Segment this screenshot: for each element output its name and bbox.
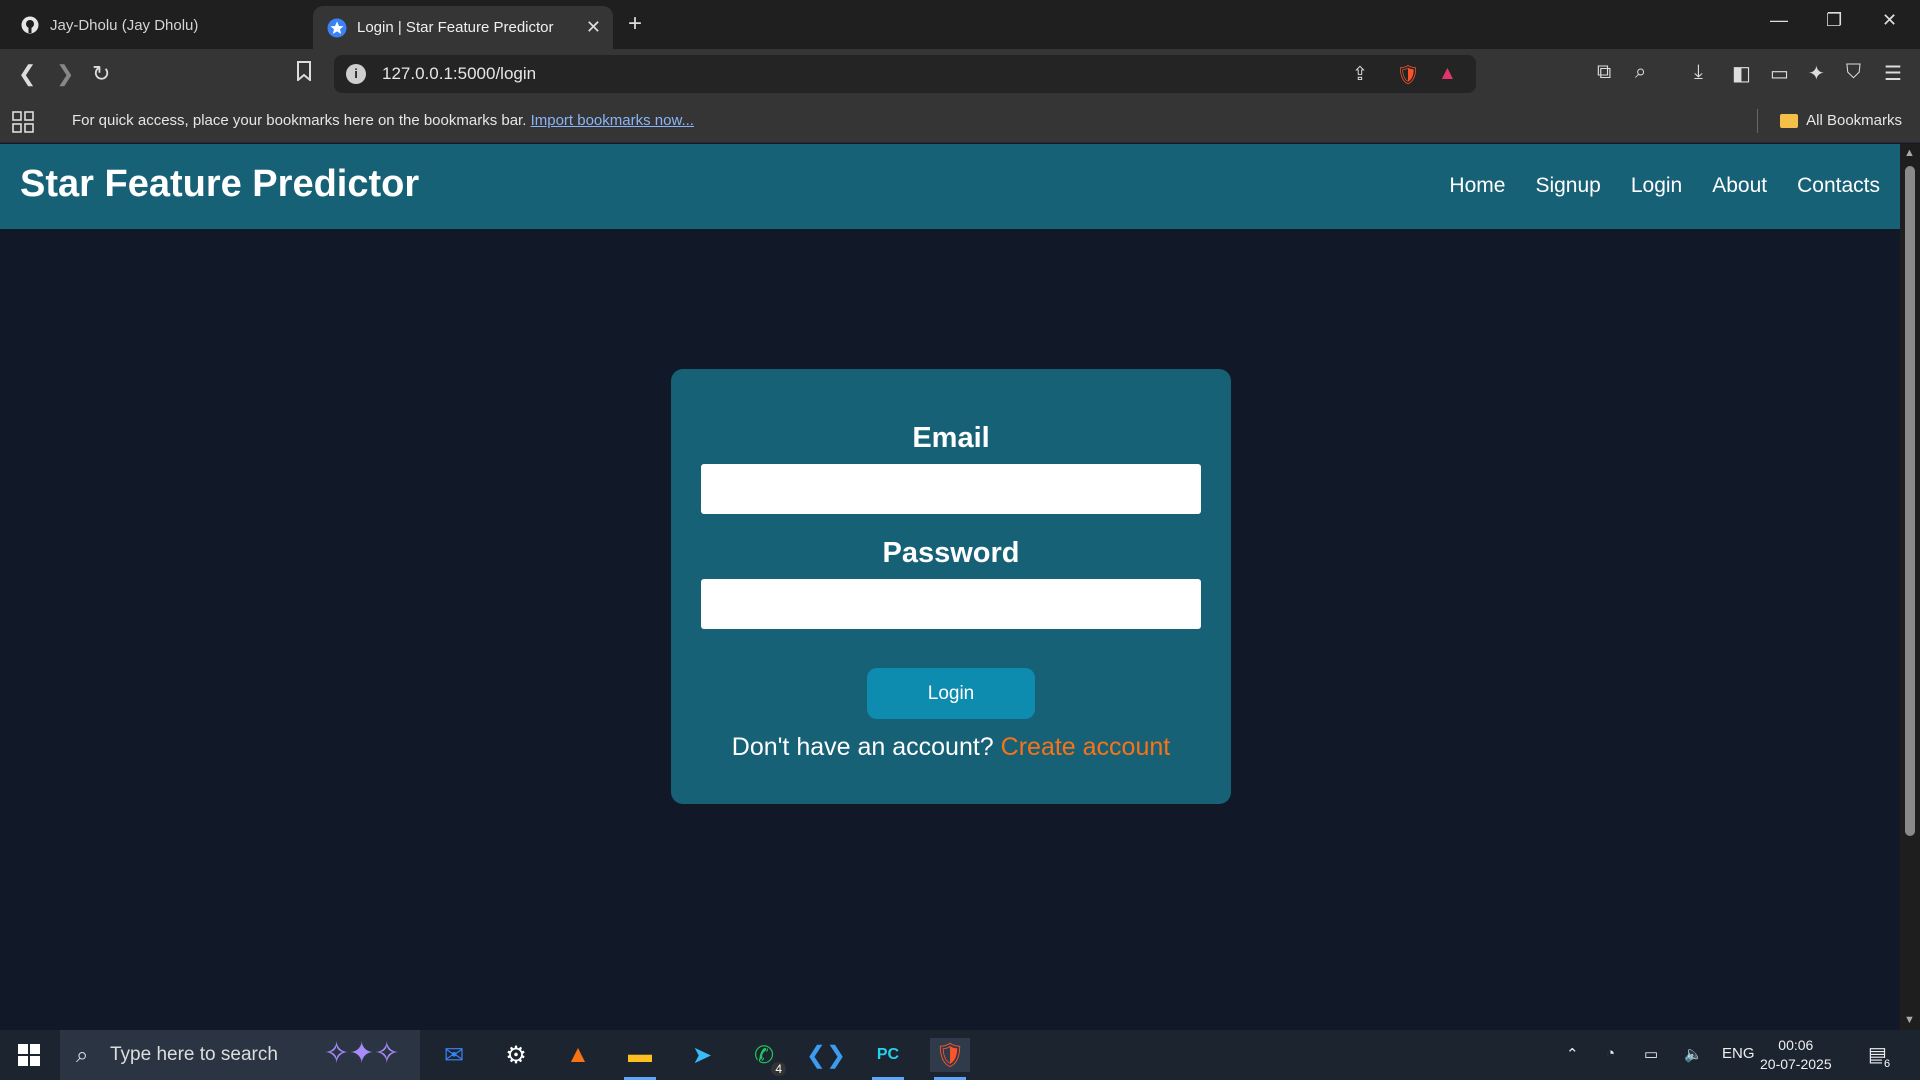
create-account-link[interactable]: Create account [1001, 733, 1171, 761]
menu-icon[interactable]: ☰ [1884, 61, 1902, 86]
url-text: 127.0.0.1:5000/login [382, 64, 537, 83]
battery-icon[interactable]: ▭ [1644, 1045, 1658, 1063]
pycharm-icon[interactable]: PC [868, 1038, 908, 1080]
nav-home[interactable]: Home [1449, 174, 1505, 198]
new-tab-button[interactable]: + [628, 10, 642, 38]
volume-icon[interactable]: 🔈 [1684, 1045, 1703, 1063]
password-label: Password [882, 537, 1020, 569]
whatsapp-icon[interactable]: ✆ 4 [744, 1038, 786, 1076]
windows-taskbar: ⌕ Type here to search ✧✦✧ ✉ ⚙ ▲ ▬ ➤ ✆ 4 ❮… [0, 1030, 1920, 1080]
nav-about[interactable]: About [1712, 174, 1767, 198]
minimize-icon[interactable]: — [1770, 10, 1788, 31]
brave-browser-icon[interactable]: 🛡 [930, 1038, 970, 1080]
apps-grid-icon[interactable] [12, 111, 34, 137]
download-icon[interactable]: ⤓ [1694, 61, 1703, 84]
settings-icon[interactable]: ⚙ [496, 1038, 536, 1072]
close-tab-icon[interactable]: ✕ [586, 17, 601, 38]
login-button[interactable]: Login [867, 668, 1035, 719]
nav-signup[interactable]: Signup [1535, 174, 1600, 198]
outlook-icon[interactable]: ✉ [434, 1038, 474, 1072]
nav-contacts[interactable]: Contacts [1797, 174, 1880, 198]
forward-icon[interactable]: ❯ [56, 61, 74, 87]
telegram-icon[interactable]: ➤ [682, 1038, 722, 1072]
signup-prompt: Don't have an account? Create account [671, 733, 1231, 762]
tab-title: Jay-Dholu (Jay Dholu) [50, 16, 199, 34]
bookmarks-hint: For quick access, place your bookmarks h… [72, 112, 694, 129]
file-explorer-icon[interactable]: ▬ [620, 1038, 660, 1080]
divider [1757, 109, 1758, 133]
restore-icon[interactable]: ❐ [1826, 10, 1842, 31]
page-scrollbar[interactable]: ▲ ▼ [1900, 144, 1920, 1030]
signup-prompt-text: Don't have an account? [731, 733, 994, 761]
sidebar-icon[interactable]: ◧ [1732, 61, 1751, 86]
taskbar-clock[interactable]: 00:06 20-07-2025 [1760, 1036, 1832, 1074]
clock-date: 20-07-2025 [1760, 1056, 1832, 1072]
tab-login[interactable]: Login | Star Feature Predictor ✕ [313, 6, 613, 49]
page-viewport: Star Feature Predictor Home Signup Login… [0, 144, 1900, 1030]
site-navbar: Star Feature Predictor Home Signup Login… [0, 144, 1900, 229]
vscode-icon[interactable]: ❮❯ [806, 1038, 846, 1072]
scroll-up-icon[interactable]: ▲ [1904, 147, 1915, 159]
github-icon [20, 15, 40, 35]
site-info-icon[interactable]: i [346, 64, 366, 84]
import-bookmarks-link[interactable]: Import bookmarks now... [531, 112, 694, 129]
notifications-count: 6 [1882, 1058, 1893, 1070]
star-icon [327, 18, 347, 38]
nav-links: Home Signup Login About Contacts [1449, 174, 1880, 198]
share-icon[interactable]: ⇪ [1352, 63, 1368, 86]
scroll-down-icon[interactable]: ▼ [1904, 1014, 1915, 1026]
email-label: Email [912, 422, 990, 454]
wifi-icon[interactable]: ◔ [1606, 1045, 1615, 1062]
whatsapp-badge: 4 [771, 1062, 786, 1076]
taskbar-search[interactable]: ⌕ Type here to search ✧✦✧ [60, 1030, 420, 1080]
password-field[interactable] [701, 579, 1201, 629]
browser-tabstrip: Jay-Dholu (Jay Dholu) Login | Star Featu… [0, 0, 1920, 49]
back-icon[interactable]: ❮ [18, 61, 36, 87]
folder-icon [1780, 113, 1799, 128]
tab-github[interactable]: Jay-Dholu (Jay Dholu) [6, 6, 306, 44]
windows-start-icon[interactable] [18, 1044, 40, 1066]
nav-login[interactable]: Login [1631, 174, 1682, 198]
bookmarks-bar: For quick access, place your bookmarks h… [0, 101, 1920, 143]
wallet-icon[interactable]: ▭ [1770, 61, 1789, 86]
email-field[interactable] [701, 464, 1201, 514]
login-card: Email Password Login Don't have an accou… [671, 369, 1231, 804]
site-brand[interactable]: Star Feature Predictor [20, 163, 419, 206]
all-bookmarks-button[interactable]: All Bookmarks [1780, 112, 1902, 129]
close-window-icon[interactable]: ✕ [1882, 10, 1897, 31]
vlc-icon[interactable]: ▲ [558, 1038, 598, 1072]
search-placeholder: Type here to search [110, 1044, 278, 1065]
tab-title: Login | Star Feature Predictor [357, 19, 554, 36]
leo-ai-icon[interactable]: ✦ [1808, 61, 1825, 86]
reload-icon[interactable]: ↻ [92, 61, 110, 87]
brave-shields-icon[interactable]: 🛡 [1396, 63, 1420, 87]
tray-expand-icon[interactable]: ⌃ [1566, 1045, 1579, 1063]
search-highlight-icon: ✧✦✧ [324, 1037, 400, 1070]
browser-toolbar: ❮ ❯ ↻ i 127.0.0.1:5000/login ⇪ 🛡 ▲ ⧉ ⌕ ⤓… [0, 49, 1920, 101]
extensions-icon[interactable]: ⧉ [1597, 61, 1611, 84]
scroll-thumb[interactable] [1905, 166, 1915, 836]
bookmark-icon[interactable] [296, 61, 312, 87]
address-bar[interactable]: i 127.0.0.1:5000/login ⇪ 🛡 ▲ [334, 55, 1476, 93]
brave-rewards-icon[interactable]: ▲ [1438, 63, 1457, 85]
clock-time: 00:06 [1778, 1037, 1814, 1053]
bookmarks-hint-text: For quick access, place your bookmarks h… [72, 112, 527, 129]
search-tab-icon[interactable]: ⌕ [1635, 61, 1646, 84]
search-icon: ⌕ [76, 1042, 89, 1067]
all-bookmarks-label: All Bookmarks [1806, 112, 1902, 129]
vpn-icon[interactable]: ⛉ [1846, 61, 1861, 84]
language-indicator[interactable]: ENG [1722, 1045, 1755, 1062]
